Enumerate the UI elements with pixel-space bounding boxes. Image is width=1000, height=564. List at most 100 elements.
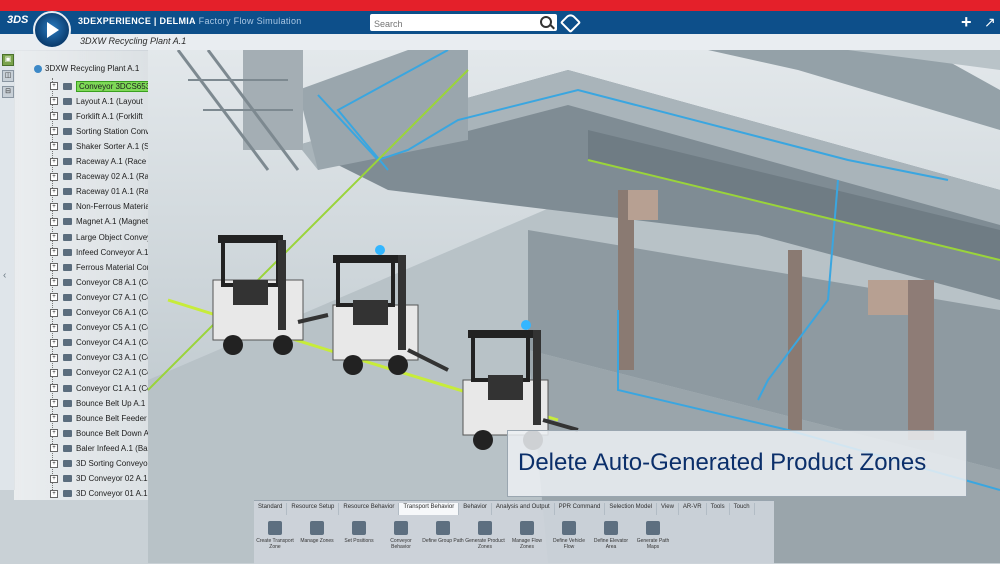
tree-item[interactable]: +3D Conveyor 02 A.1 ( — [50, 472, 148, 486]
tree-item[interactable]: + Conveyor C2 A.1 (Co — [50, 366, 148, 380]
tree-item[interactable]: + Conveyor C7 A.1 (Co — [50, 290, 148, 304]
rail-filter-icon[interactable]: ◫ — [2, 70, 14, 82]
expand-icon[interactable]: + — [50, 308, 58, 317]
expand-icon[interactable]: + — [50, 248, 58, 257]
tree-item[interactable]: + Layout A.1 (Layout — [50, 94, 143, 108]
expand-icon[interactable]: + — [50, 474, 58, 483]
expand-icon[interactable]: + — [50, 429, 58, 438]
tree-item[interactable]: + Conveyor C1 A.1 (Co — [50, 381, 148, 395]
expand-icon[interactable]: + — [50, 338, 58, 347]
expand-icon[interactable]: + — [50, 97, 58, 106]
toolbar-tab[interactable]: Resource Behavior — [339, 503, 400, 515]
tree-item[interactable]: + Conveyor C4 A.1 (Co — [50, 336, 148, 350]
toolbar-command[interactable]: Generate Product Zones — [464, 517, 506, 563]
tree-item[interactable]: + Bounce Belt Up A.1 (B — [50, 396, 148, 410]
expand-icon[interactable]: + — [50, 202, 58, 211]
tree-item[interactable]: +3D Conveyor 01 A.1 ( — [50, 487, 148, 500]
share-icon[interactable]: ↗ — [984, 14, 996, 31]
tab-document[interactable]: 3DXW Recycling Plant A.1 — [80, 36, 186, 46]
tree-item[interactable]: + Conveyor C6 A.1 (Co — [50, 306, 148, 320]
expand-icon[interactable]: + — [50, 112, 58, 121]
expand-icon[interactable]: + — [50, 489, 58, 498]
resource-icon — [63, 278, 72, 286]
expand-icon[interactable]: + — [50, 187, 58, 196]
tree-root-label: 3DXW Recycling Plant A.1 — [45, 64, 140, 73]
toolbar-tab[interactable]: AR-VR — [679, 503, 707, 515]
tree-item[interactable]: + Magnet A.1 (Magnet — [50, 215, 148, 229]
toolbar-tab[interactable]: Transport Behavior — [399, 503, 460, 515]
expand-icon[interactable]: + — [50, 368, 58, 377]
expand-icon[interactable]: + — [50, 278, 58, 287]
toolbar-tab[interactable]: Standard — [254, 503, 288, 515]
tree-item-label: Ferrous Material Con — [76, 262, 149, 272]
expand-icon[interactable]: + — [50, 323, 58, 332]
expand-icon[interactable]: + — [50, 444, 58, 453]
toolbar-tab[interactable]: Touch — [730, 503, 755, 515]
tree-item[interactable]: + Forklift A.1 (Forklift — [50, 109, 143, 123]
compass-play-icon[interactable] — [33, 11, 71, 49]
tree-item[interactable]: + Conveyor C5 A.1 (Co — [50, 321, 148, 335]
tree-root[interactable]: 3DXW Recycling Plant A.1 — [34, 64, 139, 73]
toolbar-tab[interactable]: Analysis and Output — [492, 503, 555, 515]
tree-item[interactable]: + Large Object Conveyo — [50, 230, 148, 244]
tree-item[interactable]: + Conveyor C3 A.1 (Co — [50, 351, 148, 365]
toolbar-command[interactable]: Generate Path Maps — [632, 517, 674, 563]
tree-item[interactable]: + Conveyor 3DCS6530 A.1 — [50, 79, 148, 93]
resource-icon — [63, 354, 72, 362]
resource-icon — [63, 142, 72, 150]
expand-icon[interactable]: + — [50, 414, 58, 423]
toolbar-command[interactable]: Define Elevator Area — [590, 517, 632, 563]
tree-item[interactable]: + Infeed Conveyor A.1 — [50, 245, 148, 259]
tree-item[interactable]: + Bounce Belt Down A.1 — [50, 426, 148, 440]
tree-item-label: Forklift A.1 (Forklift — [76, 111, 143, 121]
tree-item[interactable]: + Ferrous Material Con — [50, 260, 149, 274]
expand-icon[interactable]: + — [50, 459, 58, 468]
rail-tree-icon[interactable]: ▣ — [2, 54, 14, 66]
tree-item[interactable]: + Sorting Station Conv — [50, 124, 148, 138]
expand-icon[interactable]: + — [50, 157, 58, 166]
toolbar-command[interactable]: Define Group Path — [422, 517, 464, 563]
toolbar-command[interactable]: Create Transport Zone — [254, 517, 296, 563]
expand-icon[interactable]: + — [50, 142, 58, 151]
resource-icon — [63, 369, 72, 377]
search-input[interactable] — [370, 15, 538, 33]
search-box[interactable] — [370, 14, 557, 33]
tree-item[interactable]: + Raceway 02 A.1 (Rac — [50, 170, 148, 184]
toolbar-tab[interactable]: Tools — [707, 503, 730, 515]
toolbar-command[interactable]: Define Vehicle Flow — [548, 517, 590, 563]
search-icon[interactable] — [540, 16, 552, 28]
expand-icon[interactable]: + — [50, 353, 58, 362]
toolbar-command[interactable]: Set Positions — [338, 517, 380, 563]
expand-icon[interactable]: + — [50, 233, 58, 241]
command-icon — [268, 521, 282, 535]
collapse-panel-icon[interactable]: ‹ — [3, 270, 6, 281]
tree-item[interactable]: + Conveyor C8 A.1 (Co — [50, 275, 148, 289]
toolbar-tab[interactable]: View — [657, 503, 679, 515]
expand-icon[interactable]: + — [50, 399, 58, 408]
expand-icon[interactable]: + — [50, 82, 58, 90]
expand-icon[interactable]: + — [50, 293, 58, 302]
rail-structure-icon[interactable]: ⊟ — [2, 86, 14, 98]
toolbar-command[interactable]: Conveyor Behavior — [380, 517, 422, 563]
expand-icon[interactable]: + — [50, 127, 58, 136]
toolbar-tab[interactable]: Behavior — [459, 503, 492, 515]
toolbar-command[interactable]: Manage Zones — [296, 517, 338, 563]
tree-item[interactable]: + Bounce Belt Feeder A — [50, 411, 148, 425]
toolbar-tab[interactable]: Selection Model — [605, 503, 658, 515]
expand-icon[interactable]: + — [50, 217, 58, 226]
tag-icon[interactable] — [559, 11, 582, 34]
toolbar-command[interactable]: Manage Flow Zones — [506, 517, 548, 563]
tree-item[interactable]: +3D Sorting Conveyor — [50, 457, 148, 471]
tree-item[interactable]: + Raceway A.1 (Race — [50, 155, 146, 169]
expand-icon[interactable]: + — [50, 172, 58, 181]
toolbar-tab[interactable]: PPR Command — [555, 503, 606, 515]
expand-icon[interactable]: + — [50, 384, 58, 392]
resource-icon — [63, 112, 72, 120]
tree-item[interactable]: + Raceway 01 A.1 (Rac — [50, 185, 148, 199]
tree-item[interactable]: + Shaker Sorter A.1 (Sh — [50, 139, 148, 153]
tree-item[interactable]: + Non-Ferrous Materia — [50, 200, 148, 214]
expand-icon[interactable]: + — [50, 263, 58, 272]
toolbar-tab[interactable]: Resource Setup — [287, 503, 340, 515]
tree-item[interactable]: + Baler Infeed A.1 (Bal — [50, 441, 148, 455]
add-icon[interactable]: + — [961, 12, 972, 33]
